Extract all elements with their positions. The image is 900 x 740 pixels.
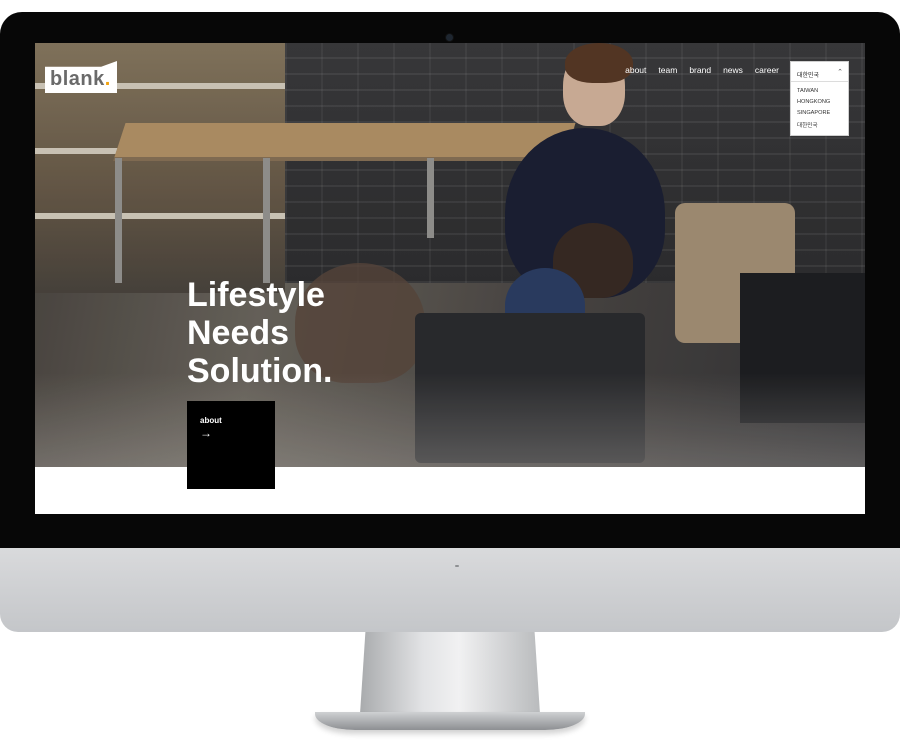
dropdown-divider — [791, 81, 848, 82]
headline-line: Lifestyle — [187, 276, 325, 314]
caret-up-icon[interactable]: ⌃ — [837, 68, 843, 76]
brand-logo-text: blank. — [50, 68, 111, 90]
arrow-right-icon: → — [200, 426, 212, 440]
language-option-hongkong[interactable]: HONGKONG — [797, 99, 830, 105]
nav-item-career[interactable]: career — [755, 65, 779, 75]
hero-photo: blank. about team brand news career 대한민국… — [35, 43, 865, 467]
language-dropdown[interactable]: 대한민국 ⌃ TAIWAN HONGKONG SINGAPORE 대한민국 — [790, 61, 849, 136]
camera-icon — [446, 34, 453, 41]
website-screen: blank. about team brand news career 대한민국… — [35, 43, 865, 514]
headline-line: Solution. — [187, 352, 333, 390]
language-current[interactable]: 대한민국 — [797, 70, 819, 79]
language-option-taiwan[interactable]: TAIWAN — [797, 88, 818, 94]
headline-line: Needs — [187, 314, 290, 352]
hero-overlay — [35, 43, 865, 467]
language-option-singapore[interactable]: SINGAPORE — [797, 110, 830, 116]
hero-headline: Lifestyle Needs Solution. — [187, 276, 332, 390]
about-cta-label: about — [200, 416, 222, 425]
main-nav: about team brand news career — [625, 65, 779, 75]
monitor-stand-base — [315, 712, 585, 730]
apple-logo-icon — [455, 565, 459, 567]
about-cta-button[interactable]: about → — [187, 401, 275, 489]
nav-item-about[interactable]: about — [625, 65, 646, 75]
monitor-chin — [0, 548, 900, 632]
nav-item-news[interactable]: news — [723, 65, 743, 75]
nav-item-brand[interactable]: brand — [689, 65, 711, 75]
language-option-korea[interactable]: 대한민국 — [797, 121, 818, 129]
nav-item-team[interactable]: team — [658, 65, 677, 75]
monitor-stand — [360, 632, 540, 714]
